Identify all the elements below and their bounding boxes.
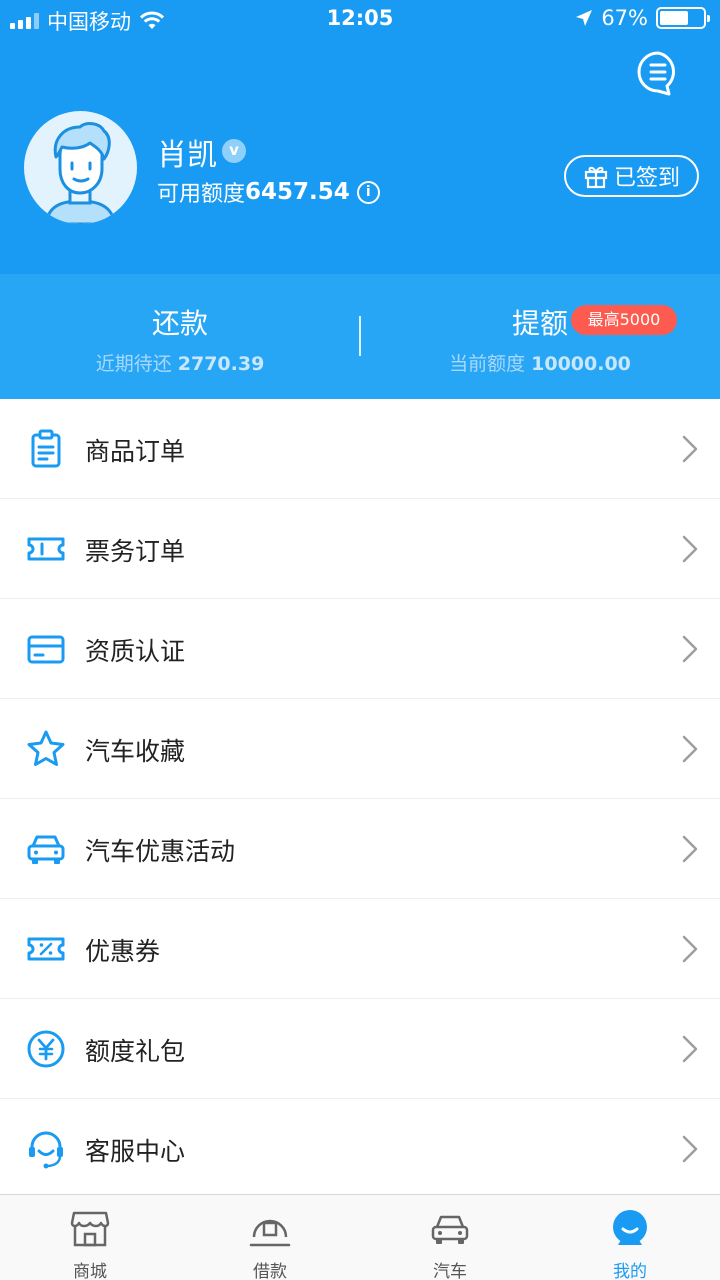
menu-item-product-orders[interactable]: 商品订单 (0, 399, 720, 499)
raise-info: 当前额度 10000.00 (360, 349, 720, 376)
menu-item-coupons[interactable]: 优惠券 (0, 899, 720, 999)
menu-item-customer-service[interactable]: 客服中心 (0, 1099, 720, 1199)
menu-label-credit-package: 额度礼包 (85, 1037, 186, 1066)
repay-desc: 近期待还 (95, 353, 172, 375)
tab-store[interactable]: 商城 (0, 1195, 180, 1280)
menu-label-car-promotions: 汽车优惠活动 (85, 837, 236, 866)
status-bar: 中国移动 12:05 67% (0, 0, 720, 38)
menu-item-ticket-orders[interactable]: 票务订单 (0, 499, 720, 599)
message-icon[interactable] (636, 50, 680, 96)
menu-label-qualification: 资质认证 (85, 637, 186, 666)
clipboard-icon (31, 429, 61, 468)
coupon-icon (27, 937, 65, 961)
tab-label-mine: 我的 (613, 1262, 647, 1280)
yen-icon (27, 1030, 65, 1068)
car-icon (431, 1215, 469, 1244)
tab-loan[interactable]: 借款 (180, 1195, 360, 1280)
menu-item-car-favorites[interactable]: 汽车收藏 (0, 699, 720, 799)
avatar[interactable] (24, 111, 137, 224)
signed-in-label: 已签到 (613, 166, 680, 191)
menu-item-qualification[interactable]: 资质认证 (0, 599, 720, 699)
tab-mine[interactable]: 我的 (540, 1195, 720, 1280)
verified-badge-icon: v (222, 139, 246, 163)
tab-label-store: 商城 (73, 1262, 107, 1280)
bottom-tab-bar: 商城 借款 汽车 我的 (0, 1194, 720, 1280)
raise-amount: 10000.00 (531, 353, 631, 375)
chevron-right-icon (682, 935, 698, 963)
ticket-icon (27, 537, 65, 561)
battery-icon (656, 7, 710, 29)
tab-label-loan: 借款 (253, 1262, 287, 1280)
profile-header: 中国移动 12:05 67% 肖凯 v 可用额度 6457.54 i 已签到 (0, 0, 720, 274)
menu-list: 商品订单 票务订单 资质认证 汽车收藏 汽车优惠活动 优惠券 额度礼包 客服中心 (0, 399, 720, 1199)
signed-in-button[interactable]: 已签到 (564, 155, 699, 197)
chevron-right-icon (682, 1035, 698, 1063)
chevron-right-icon (682, 535, 698, 563)
repay-title: 还款 (151, 307, 208, 340)
credit-label: 可用额度 (157, 182, 246, 207)
status-right: 67% (575, 6, 710, 30)
repay-amount: 2770.39 (177, 353, 265, 375)
headset-icon (29, 1131, 63, 1169)
profile-icon (613, 1210, 647, 1245)
store-icon (70, 1211, 110, 1247)
location-arrow-icon (576, 10, 593, 26)
chevron-right-icon (682, 835, 698, 863)
menu-label-product-orders: 商品订单 (85, 437, 186, 466)
info-icon[interactable]: i (356, 180, 380, 204)
battery-level (660, 11, 689, 25)
chevron-right-icon (682, 1135, 698, 1163)
raise-promo-badge: 最高5000 (571, 305, 677, 335)
user-name: 肖凯 (157, 138, 217, 173)
available-credit: 可用额度 6457.54 i (157, 176, 380, 208)
raise-desc: 当前额度 (449, 353, 526, 375)
tab-car[interactable]: 汽车 (360, 1195, 540, 1280)
menu-label-customer-service: 客服中心 (85, 1137, 186, 1166)
chevron-right-icon (682, 635, 698, 663)
battery-percent: 67% (601, 6, 648, 30)
tab-label-car: 汽车 (433, 1262, 467, 1280)
repay-info: 近期待还 2770.39 (0, 349, 360, 376)
credit-value: 6457.54 (245, 179, 350, 205)
menu-item-credit-package[interactable]: 额度礼包 (0, 999, 720, 1099)
loan-icon (249, 1219, 291, 1247)
car-icon (27, 835, 65, 864)
summary-divider (359, 316, 361, 356)
gift-icon (584, 166, 608, 189)
card-icon (27, 635, 65, 664)
user-avatar-icon (44, 122, 117, 224)
repay-section[interactable]: 还款 近期待还 2770.39 (0, 274, 360, 399)
profile-page: 中国移动 12:05 67% 肖凯 v 可用额度 6457.54 i 已签到 还… (0, 0, 720, 1280)
menu-item-car-promotions[interactable]: 汽车优惠活动 (0, 799, 720, 899)
chevron-right-icon (682, 735, 698, 763)
raise-limit-section[interactable]: 提额 当前额度 10000.00 (360, 274, 720, 399)
menu-label-ticket-orders: 票务订单 (85, 537, 186, 566)
chevron-right-icon (682, 435, 698, 463)
menu-label-car-favorites: 汽车收藏 (85, 737, 186, 766)
menu-label-coupons: 优惠券 (85, 937, 161, 966)
star-icon (27, 730, 65, 766)
